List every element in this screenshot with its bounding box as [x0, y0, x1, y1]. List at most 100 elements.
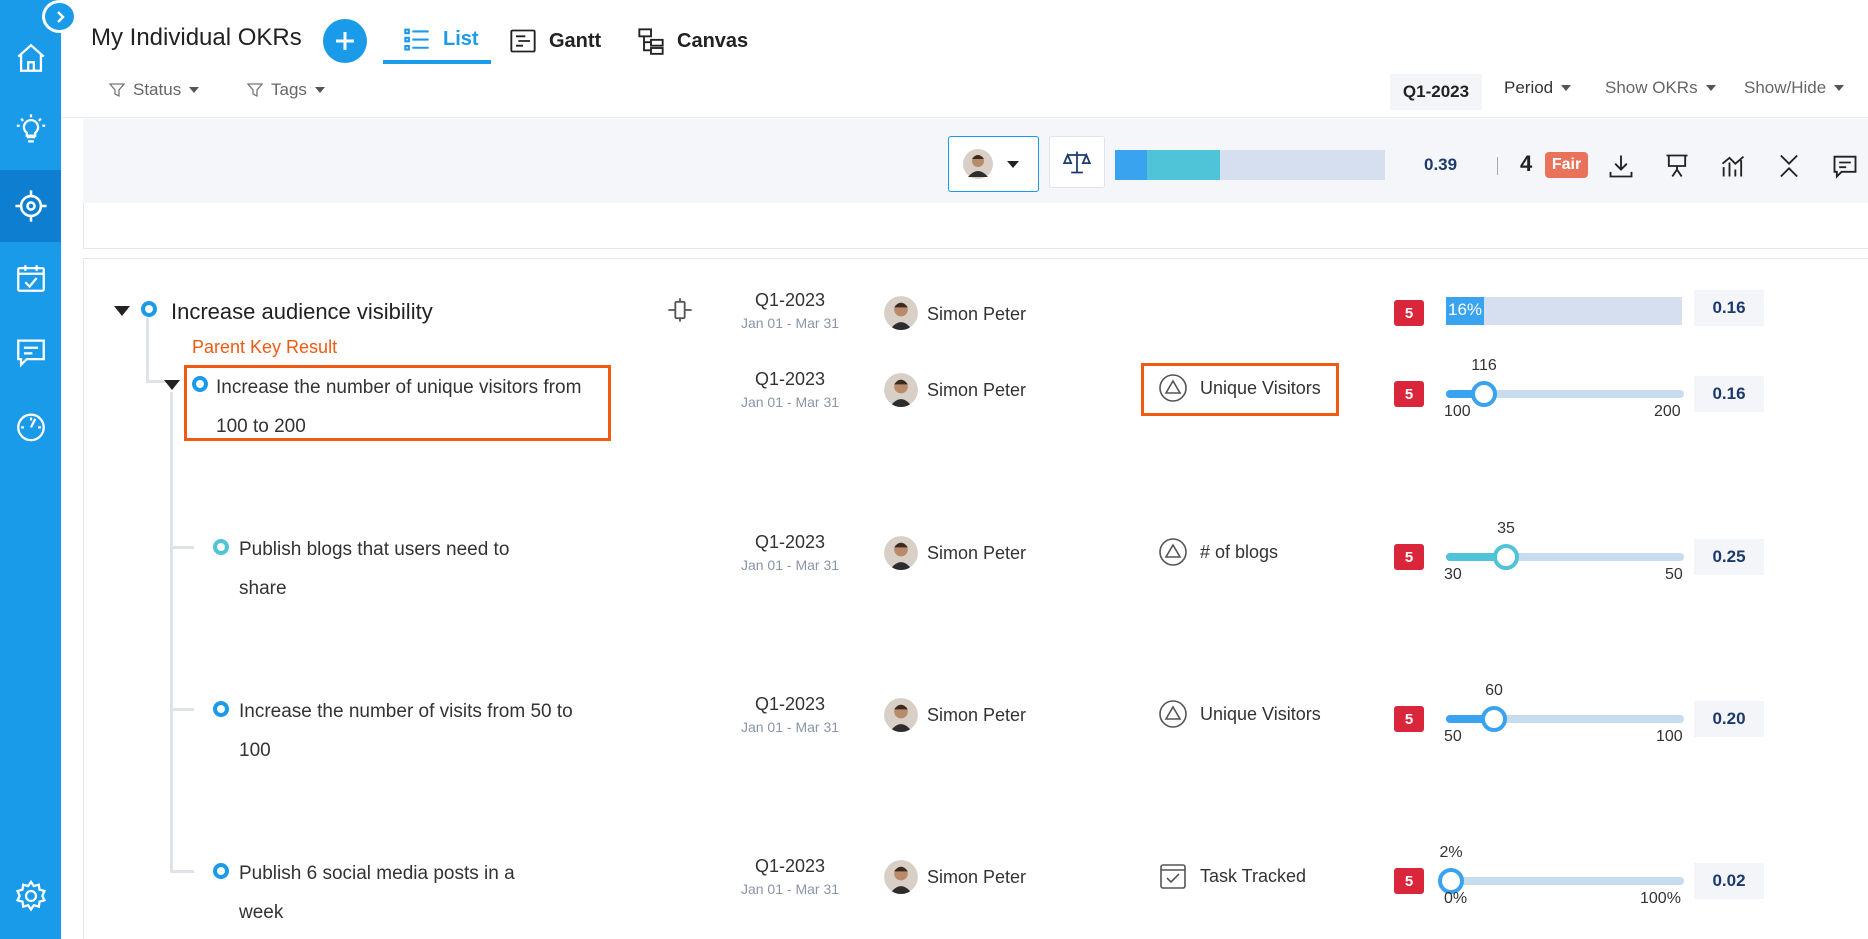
objective-score[interactable]: 0.16 — [1694, 290, 1764, 326]
slider-handle[interactable] — [1471, 381, 1497, 407]
key-result-slider[interactable] — [1438, 868, 1684, 894]
summary-score: 0.39 — [1424, 155, 1458, 174]
tree-connector — [170, 392, 173, 872]
comments-icon[interactable] — [1831, 152, 1859, 180]
sidebar-item-okrs[interactable] — [0, 170, 61, 242]
key-result-slider[interactable] — [1446, 381, 1684, 407]
key-result-owner: Simon Peter — [927, 543, 1027, 563]
slider-start-value: 0% — [1444, 890, 1468, 907]
key-result-score[interactable]: 0.25 — [1694, 539, 1764, 575]
objective-title[interactable]: Increase audience visibility — [171, 299, 433, 325]
expand-key-result-toggle[interactable] — [164, 380, 180, 390]
status-filter[interactable]: Status — [109, 80, 200, 100]
confidence-badge: 5 — [1394, 300, 1424, 326]
key-result-period: Q1-2023 — [754, 369, 826, 389]
filter-icon — [109, 83, 125, 98]
key-result-slider[interactable] — [1446, 544, 1684, 570]
key-result-score[interactable]: 0.16 — [1694, 376, 1764, 412]
slider-current-value: 35 — [1497, 520, 1515, 537]
owner-selector[interactable] — [948, 136, 1039, 192]
tags-filter-label: Tags — [271, 80, 307, 99]
sidebar-item-dashboard[interactable] — [0, 390, 61, 462]
key-result-score[interactable]: 0.02 — [1694, 863, 1764, 899]
chevron-down-icon — [1007, 160, 1019, 168]
key-result-dates: Jan 01 - Mar 31 — [740, 719, 840, 735]
presentation-icon[interactable] — [1663, 152, 1691, 180]
calendar-check-icon — [16, 265, 45, 292]
key-result-status-dot — [213, 539, 229, 555]
alignment-icon[interactable] — [666, 296, 694, 324]
expand-objective-toggle[interactable] — [114, 306, 130, 316]
key-result-status-dot — [213, 701, 229, 717]
key-result-metric[interactable]: Task Tracked — [1158, 861, 1306, 891]
key-result-title[interactable]: Increase the number of visits from 50 to… — [239, 692, 579, 770]
key-result-title[interactable]: Publish blogs that users need to share — [239, 530, 559, 608]
period-label: Period — [1504, 78, 1554, 97]
slider-target-value: 100% — [1640, 890, 1681, 907]
gantt-icon — [510, 29, 536, 53]
tree-connector — [146, 318, 149, 380]
sidebar-item-tasks[interactable] — [0, 242, 61, 314]
tags-filter[interactable]: Tags — [247, 80, 325, 100]
home-icon — [16, 43, 45, 72]
summary-progress-bar — [1115, 150, 1385, 180]
collapse-all-icon[interactable] — [1775, 152, 1803, 180]
summary-count: 4 — [1520, 151, 1533, 176]
objective-progress-label: 16% — [1448, 300, 1483, 319]
slider-handle[interactable] — [1481, 706, 1507, 732]
show-hide-dropdown[interactable]: Show/Hide — [1744, 78, 1845, 98]
rating-badge: Fair — [1545, 152, 1588, 178]
slider-handle[interactable] — [1493, 544, 1519, 570]
avatar — [963, 149, 993, 179]
tab-gantt[interactable]: Gantt — [509, 18, 601, 64]
filter-icon — [247, 83, 263, 98]
show-okrs-dropdown[interactable]: Show OKRs — [1605, 78, 1716, 98]
sidebar-collapse-button[interactable] — [42, 0, 77, 33]
divider — [1497, 157, 1498, 175]
sidebar-item-settings[interactable] — [0, 860, 61, 932]
parent-key-result-annotation: Parent Key Result — [192, 337, 338, 357]
show-okrs-label: Show OKRs — [1605, 78, 1698, 97]
status-filter-label: Status — [133, 80, 182, 99]
settings-icon — [15, 879, 46, 912]
key-result-dates: Jan 01 - Mar 31 — [740, 557, 840, 573]
lightbulb-icon — [16, 114, 45, 143]
chevron-down-icon — [189, 87, 200, 93]
tree-connector — [170, 546, 194, 549]
plus-icon — [336, 32, 354, 50]
tree-connector — [170, 708, 194, 711]
avatar — [884, 698, 918, 732]
target-icon — [14, 190, 47, 222]
objective-progress-bar: 16% — [1446, 297, 1682, 325]
sidebar-item-messages[interactable] — [0, 316, 61, 388]
dashboard-icon — [16, 413, 45, 442]
key-result-period: Q1-2023 — [754, 532, 826, 552]
slider-target-value: 100 — [1656, 728, 1683, 745]
key-result-metric[interactable]: Unique Visitors — [1158, 699, 1321, 729]
period-dropdown[interactable]: Period — [1504, 78, 1572, 98]
key-result-dates: Jan 01 - Mar 31 — [740, 881, 840, 897]
sidebar-item-ideas[interactable] — [0, 94, 61, 166]
key-result-metric-label: Task Tracked — [1200, 865, 1307, 886]
sidebar — [0, 0, 61, 939]
add-okr-button[interactable] — [323, 19, 367, 63]
tab-list[interactable]: List — [383, 18, 491, 64]
chart-line-icon[interactable] — [1719, 152, 1747, 180]
tree-connector — [170, 870, 194, 873]
key-result-metric-label: # of blogs — [1200, 541, 1279, 562]
tab-canvas[interactable]: Canvas — [637, 18, 748, 64]
key-result-score[interactable]: 0.20 — [1694, 701, 1764, 737]
key-result-period: Q1-2023 — [754, 856, 826, 876]
sidebar-item-home[interactable] — [0, 22, 61, 94]
key-result-title[interactable]: Publish 6 social media posts in a week — [239, 854, 549, 932]
download-icon[interactable] — [1607, 152, 1635, 180]
key-result-period: Q1-2023 — [754, 694, 826, 714]
summary-progress-segment-primary — [1115, 150, 1147, 180]
quarter-selector[interactable]: Q1-2023 — [1390, 74, 1482, 110]
key-result-metric[interactable]: # of blogs — [1158, 537, 1278, 567]
triangle-icon — [1159, 700, 1187, 728]
tab-canvas-label: Canvas — [677, 29, 749, 52]
key-result-slider[interactable] — [1446, 706, 1684, 732]
balance-button[interactable] — [1049, 136, 1105, 188]
key-result-metric-label: Unique Visitors — [1200, 703, 1321, 724]
